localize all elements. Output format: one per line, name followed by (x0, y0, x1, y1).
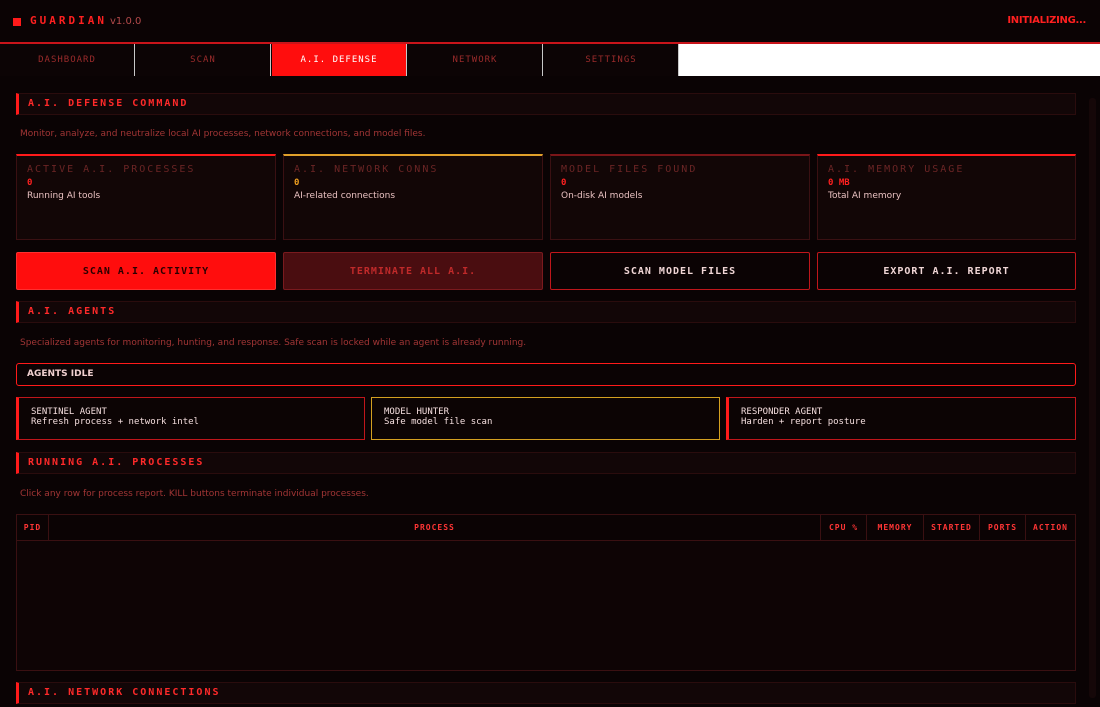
export-ai-report-button[interactable]: EXPORT A.I. REPORT (817, 252, 1076, 290)
app-name: GUARDIAN (30, 14, 107, 27)
stat-card-memory: A.I. MEMORY USAGE 0 MB Total AI memory (817, 154, 1076, 240)
agent-description: Harden + report posture (741, 417, 866, 427)
defense-description: Monitor, analyze, and neutralize local A… (20, 129, 426, 139)
stat-sub: AI-related connections (294, 191, 396, 201)
app-logo-icon (13, 18, 21, 26)
tab-bar-filler (679, 44, 1100, 76)
column-header-action[interactable]: ACTION (1026, 515, 1075, 540)
agent-card-sentinel[interactable]: SENTINEL AGENT Refresh process + network… (16, 397, 365, 440)
column-header-started[interactable]: STARTED (924, 515, 980, 540)
scan-model-files-button[interactable]: SCAN MODEL FILES (550, 252, 810, 290)
app-version: v1.0.0 (110, 16, 142, 27)
column-header-pid[interactable]: PID (17, 515, 49, 540)
section-header-connections: A.I. NETWORK CONNECTIONS (16, 682, 1076, 704)
stat-card-processes: ACTIVE A.I. PROCESSES 0 Running AI tools (16, 154, 276, 240)
terminate-all-ai-button[interactable]: TERMINATE ALL A.I. (283, 252, 543, 290)
stat-value: 0 (27, 178, 33, 188)
section-header-defense: A.I. DEFENSE COMMAND (16, 93, 1076, 115)
process-table: PID PROCESS CPU % MEMORY STARTED PORTS A… (16, 514, 1076, 671)
title-bar: GUARDIAN v1.0.0 INITIALIZING... (0, 0, 1100, 44)
scrollbar-thumb[interactable] (1089, 98, 1096, 698)
stat-card-model-files: MODEL FILES FOUND 0 On-disk AI models (550, 154, 810, 240)
stat-card-network-conns: A.I. NETWORK CONNS 0 AI-related connecti… (283, 154, 543, 240)
tab-ai-defense[interactable]: A.I. DEFENSE (272, 44, 407, 76)
column-header-ports[interactable]: PORTS (980, 515, 1026, 540)
agent-card-model-hunter[interactable]: MODEL HUNTER Safe model file scan (371, 397, 720, 440)
column-header-process[interactable]: PROCESS (49, 515, 821, 540)
status-indicator: INITIALIZING... (1007, 15, 1086, 26)
agent-name: RESPONDER AGENT (741, 407, 823, 417)
main-content: A.I. DEFENSE COMMAND Monitor, analyze, a… (0, 76, 1100, 707)
stat-label: A.I. NETWORK CONNS (294, 164, 439, 175)
agent-name: SENTINEL AGENT (31, 407, 107, 417)
agents-description: Specialized agents for monitoring, hunti… (20, 338, 527, 348)
tab-settings[interactable]: SETTINGS (544, 44, 679, 76)
section-header-agents: A.I. AGENTS (16, 301, 1076, 323)
table-header: PID PROCESS CPU % MEMORY STARTED PORTS A… (17, 515, 1075, 541)
tab-dashboard[interactable]: DASHBOARD (0, 44, 135, 76)
stat-label: ACTIVE A.I. PROCESSES (27, 164, 196, 175)
stat-value: 0 (294, 178, 300, 188)
stat-sub: On-disk AI models (561, 191, 643, 201)
column-header-memory[interactable]: MEMORY (867, 515, 924, 540)
stat-sub: Running AI tools (27, 191, 101, 201)
stat-value: 0 MB (828, 178, 850, 188)
agents-status-bar: AGENTS IDLE (16, 363, 1076, 386)
section-header-processes: RUNNING A.I. PROCESSES (16, 452, 1076, 474)
stat-label: A.I. MEMORY USAGE (828, 164, 965, 175)
scan-ai-activity-button[interactable]: SCAN A.I. ACTIVITY (16, 252, 276, 290)
main-tabs: DASHBOARD SCAN A.I. DEFENSE NETWORK SETT… (0, 44, 1100, 76)
agent-name: MODEL HUNTER (384, 407, 450, 417)
agent-description: Safe model file scan (384, 417, 493, 427)
stat-sub: Total AI memory (828, 191, 902, 201)
tab-scan[interactable]: SCAN (136, 44, 271, 76)
agent-card-responder[interactable]: RESPONDER AGENT Harden + report posture (726, 397, 1076, 440)
tab-network[interactable]: NETWORK (408, 44, 543, 76)
stat-label: MODEL FILES FOUND (561, 164, 698, 175)
column-header-cpu[interactable]: CPU % (821, 515, 867, 540)
stat-value: 0 (561, 178, 567, 188)
processes-description: Click any row for process report. KILL b… (20, 489, 369, 499)
agent-description: Refresh process + network intel (31, 417, 199, 427)
